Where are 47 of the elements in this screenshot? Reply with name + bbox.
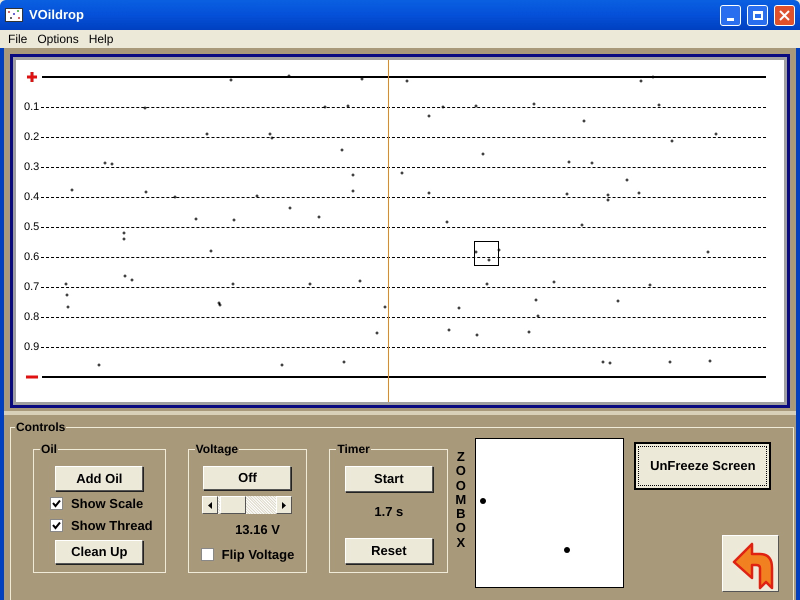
menu-item[interactable]: File — [3, 30, 32, 48]
scroll-left-button[interactable] — [202, 496, 218, 514]
zoom-frame[interactable] — [474, 241, 499, 266]
voltage-reading: 13.16 V — [235, 521, 280, 539]
window-title: VOildrop — [29, 6, 85, 24]
checkbox-label: Flip Voltage — [222, 546, 294, 564]
checkbox[interactable] — [50, 519, 63, 532]
scale-label: 0.2 — [24, 132, 40, 142]
checkbox[interactable] — [200, 548, 214, 561]
scale-label: 0.7 — [24, 282, 40, 292]
oil-drop — [480, 498, 486, 504]
scale-label: 0.9 — [24, 342, 40, 352]
add-oil-button[interactable]: Add Oil — [55, 466, 144, 490]
scale-label: 0.1 — [24, 102, 40, 112]
scale-label: 0.5 — [24, 222, 40, 232]
close-icon — [779, 10, 790, 20]
group-title: Oil — [40, 441, 58, 458]
back-button[interactable] — [722, 535, 780, 592]
clean-up-button[interactable]: Clean Up — [55, 540, 144, 564]
scale-label: 0.4 — [24, 192, 40, 202]
checkbox-label: Show Scale — [71, 494, 144, 513]
group-title: Timer — [336, 441, 371, 458]
group-title: Controls — [15, 419, 66, 436]
scroll-right-button[interactable] — [276, 496, 292, 514]
slider-thumb[interactable] — [220, 496, 246, 514]
unfreeze-button[interactable]: UnFreeze Screen — [634, 442, 772, 490]
timer-reading: 1.7 s — [374, 503, 404, 522]
scale-label: 0.3 — [24, 162, 40, 172]
left-arrow-icon — [208, 502, 212, 508]
start-button[interactable]: Start — [344, 466, 433, 492]
minimize-button[interactable] — [720, 4, 741, 26]
checkbox-label: Show Thread — [71, 516, 153, 535]
maximize-button[interactable] — [747, 4, 768, 26]
menu-item[interactable]: Help — [84, 30, 118, 48]
checkbox[interactable] — [50, 497, 63, 510]
close-button[interactable] — [774, 4, 795, 26]
zoom-box-label: ZOOM BOX — [454, 450, 468, 552]
scale-label: 0.6 — [24, 252, 40, 262]
oil-drop — [564, 547, 570, 553]
scale-label: 0.8 — [24, 312, 40, 322]
reset-button[interactable]: Reset — [344, 538, 433, 564]
app-icon — [5, 8, 23, 22]
right-arrow-icon — [282, 502, 286, 508]
menu-item[interactable]: Options — [32, 30, 84, 48]
voltage-button[interactable]: Off — [203, 466, 292, 490]
group-title: Voltage — [194, 441, 240, 458]
plus-icon — [26, 71, 38, 83]
